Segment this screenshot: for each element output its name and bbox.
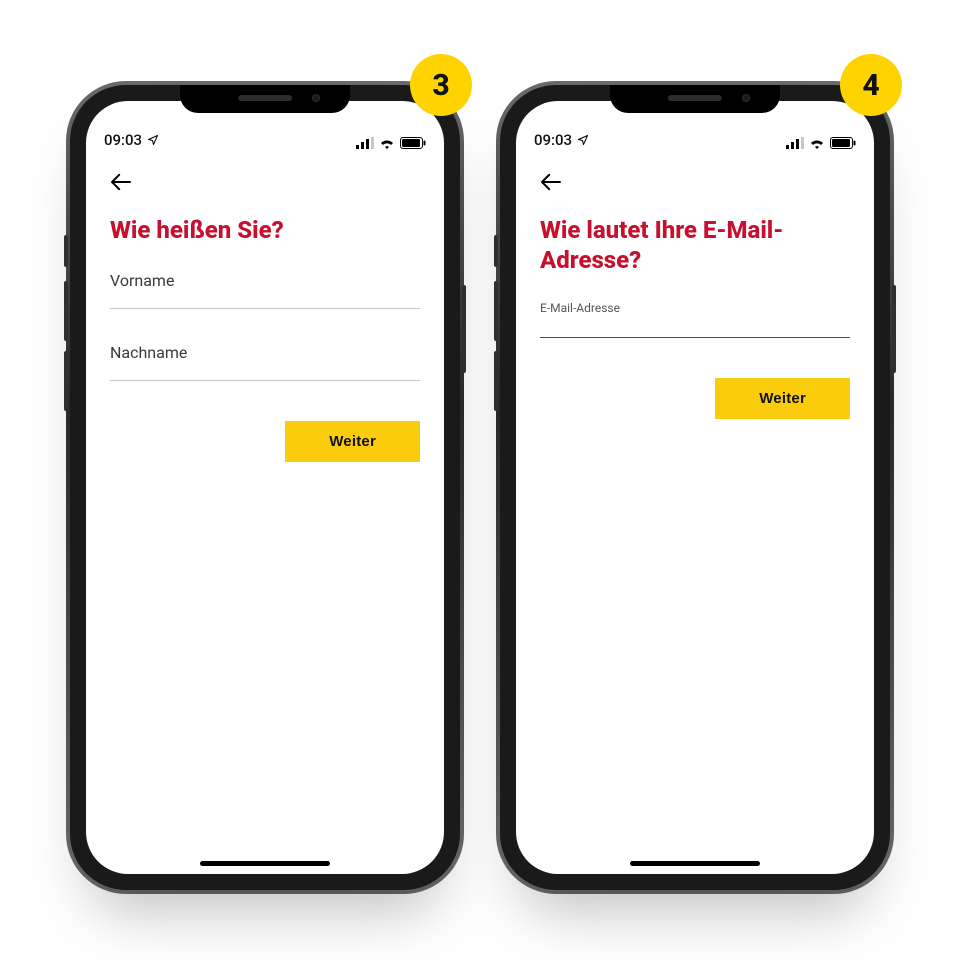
wifi-icon: [379, 137, 395, 149]
status-time: 09:03: [534, 131, 572, 149]
email-label: E-Mail-Adresse: [540, 301, 850, 315]
phone-mockup-3: 09:03: [70, 85, 460, 890]
last-name-label: Nachname: [110, 343, 420, 362]
page-title: Wie heißen Sie?: [110, 215, 420, 245]
last-name-field[interactable]: Nachname: [110, 343, 420, 381]
phone-notch: [610, 85, 780, 113]
first-name-label: Vorname: [110, 271, 420, 290]
status-time: 09:03: [104, 131, 142, 149]
cellular-signal-icon: [786, 137, 804, 149]
continue-button[interactable]: Weiter: [715, 378, 850, 419]
step-badge-4: 4: [840, 54, 902, 116]
home-indicator[interactable]: [200, 861, 330, 866]
location-arrow-icon: [577, 134, 589, 146]
home-indicator[interactable]: [630, 861, 760, 866]
back-arrow-icon[interactable]: [110, 173, 132, 191]
wifi-icon: [809, 137, 825, 149]
battery-icon: [830, 137, 856, 149]
email-field[interactable]: E-Mail-Adresse: [540, 301, 850, 338]
page-title: Wie lautet Ihre E-Mail-Adresse?: [540, 215, 850, 275]
back-arrow-icon[interactable]: [540, 173, 562, 191]
location-arrow-icon: [147, 134, 159, 146]
phone-notch: [180, 85, 350, 113]
phone-mockup-4: 09:03: [500, 85, 890, 890]
battery-icon: [400, 137, 426, 149]
step-badge-3: 3: [410, 54, 472, 116]
continue-button[interactable]: Weiter: [285, 421, 420, 462]
cellular-signal-icon: [356, 137, 374, 149]
first-name-field[interactable]: Vorname: [110, 271, 420, 309]
